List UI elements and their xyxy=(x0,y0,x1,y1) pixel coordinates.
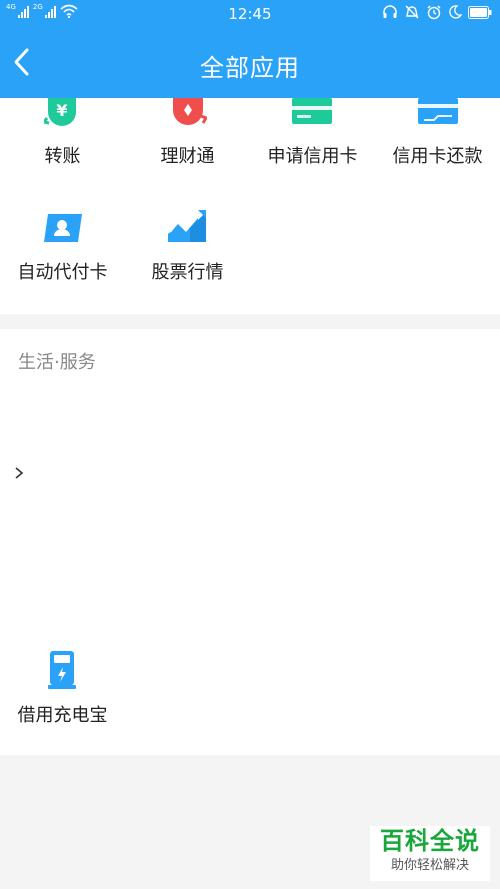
app-wealth[interactable]: 理财通 xyxy=(125,98,250,178)
alarm-icon xyxy=(427,5,441,20)
chevron-right-icon xyxy=(15,467,24,479)
app-power-bank[interactable]: 借用充电宝 xyxy=(0,647,125,727)
headset-icon xyxy=(383,5,397,18)
power-bank-icon xyxy=(48,651,76,689)
page-title: 全部应用 xyxy=(200,54,300,82)
life-services-section: 生活·服务 借用充电宝 xyxy=(0,329,500,755)
svg-text:¥: ¥ xyxy=(56,101,67,120)
app-credit-card-apply[interactable]: 申请信用卡 xyxy=(250,98,375,178)
finance-apps-section: ¥ 转账 理财通 申请信用卡 信用卡还款 自动代付卡 股票行情 xyxy=(0,98,500,314)
status-icons xyxy=(382,4,492,20)
transfer-yuan-icon: ¥ xyxy=(44,98,76,126)
app-label: 股票行情 xyxy=(151,262,224,283)
app-stock-quotes[interactable]: 股票行情 xyxy=(125,210,250,290)
wealth-icon xyxy=(173,98,207,125)
title-bar: 全部应用 xyxy=(0,36,500,90)
watermark-title: 百科全说 xyxy=(380,827,480,855)
auto-pay-card-icon xyxy=(44,214,82,242)
app-auto-pay-card[interactable]: 自动代付卡 xyxy=(0,210,125,290)
app-credit-card-repay[interactable]: 信用卡还款 xyxy=(375,98,500,178)
stock-chart-icon xyxy=(168,210,206,242)
app-label: 信用卡还款 xyxy=(392,146,483,167)
section-title: 生活·服务 xyxy=(18,352,96,373)
status-bar: 4G 2G 12:45 xyxy=(0,0,500,28)
app-label: 申请信用卡 xyxy=(267,146,358,167)
battery-icon xyxy=(468,5,492,19)
watermark-logo: 百科全说 助你轻松解决 xyxy=(370,826,490,881)
app-transfer[interactable]: ¥ 转账 xyxy=(0,98,125,178)
credit-card-repay-icon xyxy=(418,98,458,124)
app-label: 理财通 xyxy=(160,146,215,167)
bell-muted-icon xyxy=(405,5,419,19)
credit-card-apply-icon xyxy=(292,98,332,124)
watermark-subtitle: 助你轻松解决 xyxy=(390,858,469,873)
app-label: 借用充电宝 xyxy=(17,705,108,726)
moon-icon xyxy=(449,5,462,19)
app-header: 4G 2G 12:45 全部应用 xyxy=(0,0,500,98)
